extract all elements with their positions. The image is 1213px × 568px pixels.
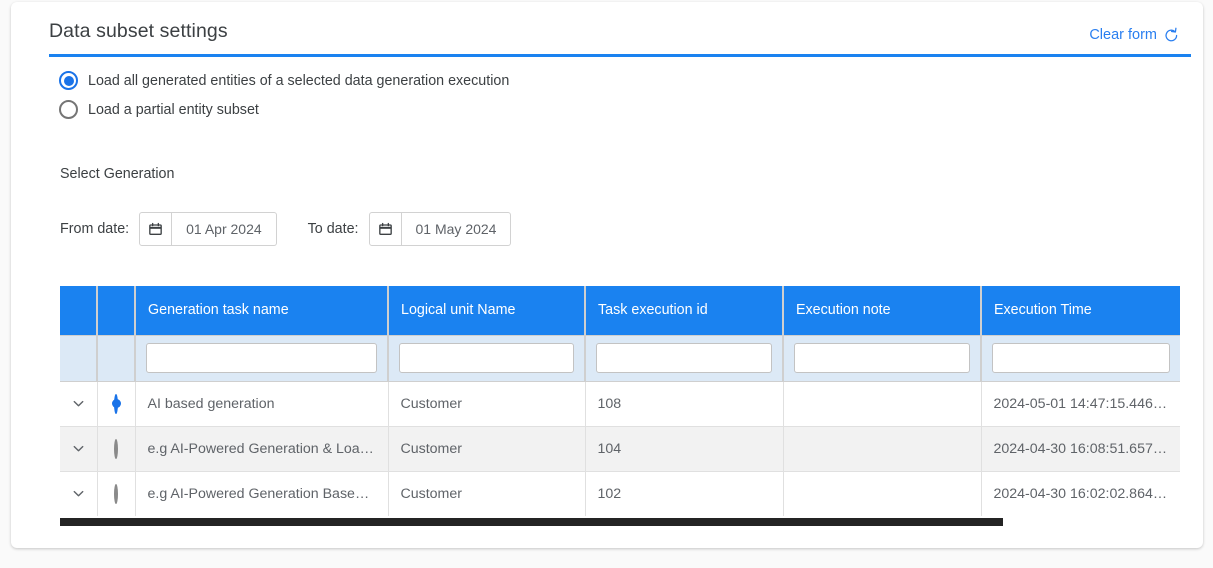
table-row[interactable]: AI based generation Customer 108 2024-05…: [60, 381, 1180, 427]
cell-task-execution-id: 102: [585, 471, 784, 516]
cell-logical-unit-name: Customer: [388, 426, 586, 472]
to-date-value[interactable]: 01 May 2024: [401, 212, 512, 246]
page-title: Data subset settings: [49, 20, 228, 42]
to-date-picker[interactable]: 01 May 2024: [368, 212, 512, 246]
cell-task-execution-id: 108: [585, 381, 784, 427]
column-header-select: [97, 286, 136, 336]
row-expander-cell[interactable]: [60, 471, 98, 516]
from-date-caption: From date:: [60, 221, 130, 237]
row-select-cell[interactable]: [97, 381, 136, 427]
select-generation-label: Select Generation: [60, 166, 175, 182]
filter-input-generation-task-name[interactable]: [146, 343, 377, 373]
cell-execution-note: [783, 471, 982, 516]
row-radio[interactable]: [114, 483, 118, 504]
clear-form-label: Clear form: [1089, 26, 1157, 43]
filter-cell-generation-task-name: [135, 335, 389, 382]
radio-load-partial-subset[interactable]: Load a partial entity subset: [59, 100, 259, 119]
from-date-picker[interactable]: 01 Apr 2024: [139, 212, 277, 246]
cell-execution-note: [783, 426, 982, 472]
row-expander-cell[interactable]: [60, 381, 98, 427]
cell-logical-unit-name: Customer: [388, 471, 586, 516]
cell-generation-task-name: AI based generation: [135, 381, 389, 427]
cell-execution-time: 2024-04-30 16:02:02.864069: [981, 471, 1180, 516]
column-header-execution-time[interactable]: Execution Time: [981, 286, 1180, 336]
data-subset-settings-card: Data subset settings Clear form Load all…: [11, 2, 1203, 548]
filter-input-task-execution-id[interactable]: [596, 343, 772, 373]
cell-task-execution-id: 104: [585, 426, 784, 472]
chevron-down-icon[interactable]: [60, 427, 96, 471]
panel-header: Data subset settings Clear form: [49, 20, 1180, 54]
row-select-cell[interactable]: [97, 471, 136, 516]
table-row[interactable]: e.g AI-Powered Generation & Load … Custo…: [60, 426, 1180, 472]
radio-label-load-all: Load all generated entities of a selecte…: [88, 72, 510, 89]
calendar-icon[interactable]: [368, 212, 402, 246]
generation-executions-table: Generation task name Logical unit Name T…: [60, 286, 1180, 516]
refresh-undo-icon: [1163, 26, 1180, 43]
cell-execution-note: [783, 381, 982, 427]
to-date-caption: To date:: [307, 221, 359, 237]
from-date-value[interactable]: 01 Apr 2024: [172, 212, 277, 246]
table-horizontal-scrollbar-thumb[interactable]: [60, 518, 1003, 526]
table-header-row: Generation task name Logical unit Name T…: [60, 286, 1180, 336]
radio-label-load-partial: Load a partial entity subset: [88, 101, 259, 118]
row-expander-cell[interactable]: [60, 426, 98, 472]
to-date-group: To date: 01 May 2024: [308, 212, 512, 246]
cell-generation-task-name: e.g AI-Powered Generation & Load …: [135, 426, 389, 472]
from-date-group: From date: 01 Apr 2024: [60, 212, 277, 246]
cell-execution-time: 2024-04-30 16:08:51.657265: [981, 426, 1180, 472]
column-header-generation-task-name[interactable]: Generation task name: [135, 286, 389, 336]
radio-mark-load-partial[interactable]: [59, 100, 78, 119]
column-header-execution-note[interactable]: Execution note: [783, 286, 982, 336]
filter-input-execution-time[interactable]: [992, 343, 1170, 373]
title-underline: [49, 54, 1191, 57]
table-row[interactable]: e.g AI-Powered Generation Based O… Custo…: [60, 471, 1180, 516]
column-header-logical-unit-name[interactable]: Logical unit Name: [388, 286, 586, 336]
row-radio[interactable]: [114, 393, 118, 414]
cell-generation-task-name: e.g AI-Powered Generation Based O…: [135, 471, 389, 516]
chevron-down-icon[interactable]: [60, 382, 96, 426]
row-radio[interactable]: [114, 438, 118, 459]
column-header-task-execution-id[interactable]: Task execution id: [585, 286, 784, 336]
radio-load-all-entities[interactable]: Load all generated entities of a selecte…: [59, 71, 509, 90]
filter-cell-execution-time: [981, 335, 1180, 382]
filter-cell-execution-note: [783, 335, 982, 382]
filter-input-execution-note[interactable]: [794, 343, 970, 373]
filter-cell-select: [97, 335, 136, 382]
table-horizontal-scrollbar[interactable]: [60, 516, 1180, 527]
column-header-expander: [60, 286, 98, 336]
clear-form-button[interactable]: Clear form: [1089, 26, 1180, 43]
cell-logical-unit-name: Customer: [388, 381, 586, 427]
table-body: AI based generation Customer 108 2024-05…: [60, 381, 1180, 516]
chevron-down-icon[interactable]: [60, 472, 96, 516]
radio-mark-load-all[interactable]: [59, 71, 78, 90]
filter-cell-task-execution-id: [585, 335, 784, 382]
calendar-icon[interactable]: [139, 212, 173, 246]
filter-cell-logical-unit-name: [388, 335, 586, 382]
table-filter-row: [60, 335, 1180, 382]
cell-execution-time: 2024-05-01 14:47:15.446177: [981, 381, 1180, 427]
row-select-cell[interactable]: [97, 426, 136, 472]
filter-input-logical-unit-name[interactable]: [399, 343, 574, 373]
filter-cell-expander: [60, 335, 98, 382]
table-header: Generation task name Logical unit Name T…: [60, 286, 1180, 336]
date-range-row: From date: 01 Apr 2024 To date: 01 May 2…: [60, 212, 512, 246]
table-filter-body: [60, 335, 1180, 382]
